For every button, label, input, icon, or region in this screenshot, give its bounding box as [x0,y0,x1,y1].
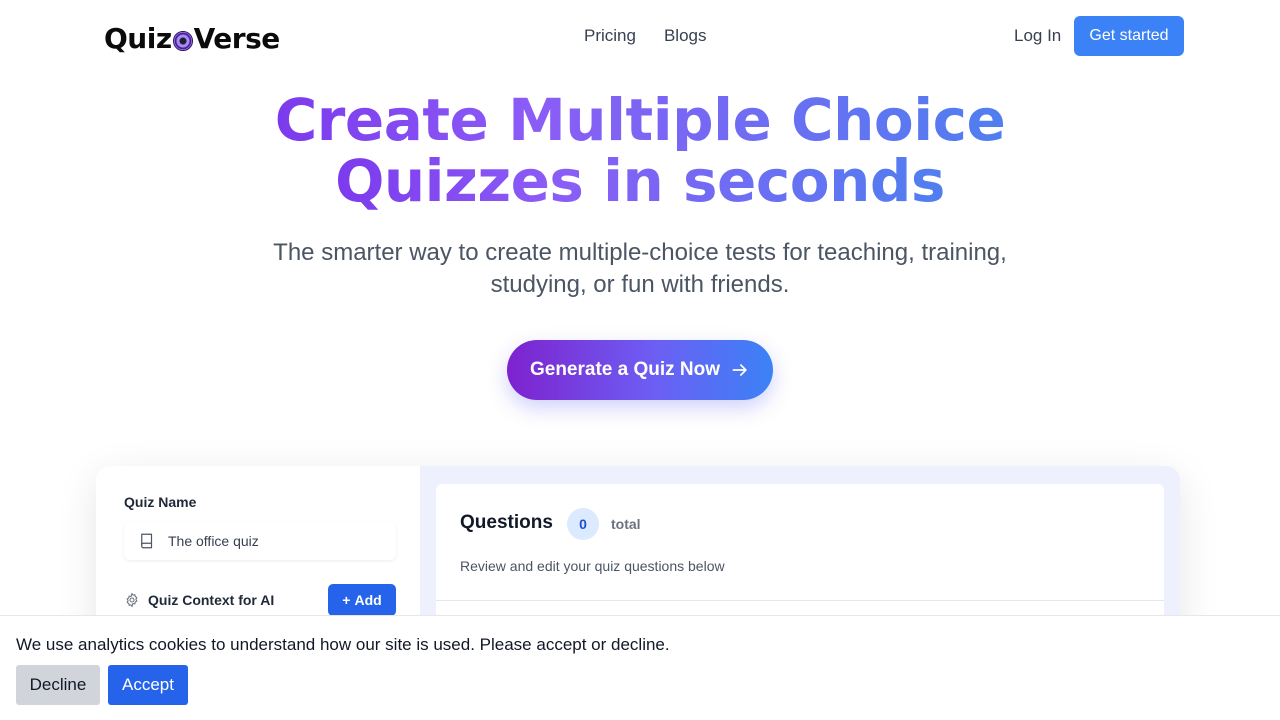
quiz-name-value: The office quiz [168,533,259,549]
hero-title-line-1: Create Multiple Choice [274,86,1006,154]
questions-description: Review and edit your quiz questions belo… [460,558,725,574]
quiz-name-input[interactable]: The office quiz [124,522,396,560]
arrow-right-icon [732,364,747,376]
logo[interactable]: Quiz Verse [104,18,280,58]
generate-quiz-button[interactable]: Generate a Quiz Now [507,340,773,400]
quiz-context-row: Quiz Context for AI + Add [124,584,396,616]
hero-subtitle-line-2: studying, or fun with friends. [490,271,790,298]
cookie-message: We use analytics cookies to understand h… [16,635,670,654]
login-link[interactable]: Log In [1014,24,1061,48]
get-started-button[interactable]: Get started [1074,16,1184,56]
hero-subtitle: The smarter way to create multiple-choic… [240,237,1040,301]
divider [436,600,1164,601]
questions-title: Questions [460,512,553,533]
hero-title-line-2: Quizzes in seconds [335,147,945,215]
logo-mark-icon [172,31,193,51]
quiz-context-label: Quiz Context for AI [148,592,275,608]
gear-icon [126,592,138,608]
logo-text-right: Verse [193,21,281,55]
main-nav: Pricing Blogs [584,24,707,48]
plus-icon: + [342,592,351,608]
nav-link-blogs[interactable]: Blogs [664,24,707,48]
questions-total-label: total [611,516,641,532]
add-context-label: Add [354,592,382,608]
nav-link-pricing[interactable]: Pricing [584,24,636,48]
book-icon [141,533,153,549]
logo-text-left: Quiz [104,21,172,55]
cookie-banner: We use analytics cookies to understand h… [0,615,1280,720]
accept-button[interactable]: Accept [108,665,188,705]
add-context-button[interactable]: + Add [328,584,396,616]
site-header: Quiz Verse Pricing Blogs Log In Get star… [0,0,1280,72]
decline-button[interactable]: Decline [16,665,100,705]
hero-title: Create Multiple Choice Quizzes in second… [0,90,1280,212]
generate-quiz-label: Generate a Quiz Now [529,359,721,380]
questions-count-badge: 0 [567,508,599,540]
quiz-name-label: Quiz Name [124,494,197,510]
hero-subtitle-line-1: The smarter way to create multiple-choic… [273,239,1007,266]
